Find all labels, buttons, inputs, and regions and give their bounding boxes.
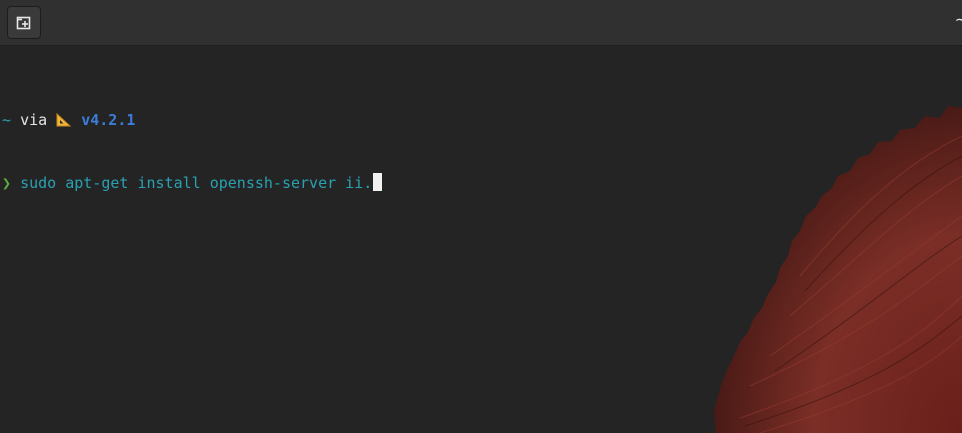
- new-tab-icon: [16, 16, 31, 29]
- runtime-version: v4.2.1: [81, 111, 136, 129]
- new-tab-button[interactable]: [7, 6, 41, 39]
- terminal-area[interactable]: ~ via v4.2.1 ❯ sudo apt-get install open…: [0, 46, 962, 433]
- triangular-ruler-icon: [56, 112, 72, 127]
- title-bar: ~: [0, 0, 962, 46]
- current-directory: ~: [2, 111, 12, 129]
- terminal-output: ~ via v4.2.1 ❯ sudo apt-get install open…: [2, 68, 383, 236]
- window-title: ~: [954, 10, 962, 29]
- prompt-info-line: ~ via v4.2.1: [2, 110, 382, 131]
- prompt-symbol: ❯: [2, 174, 12, 192]
- text-cursor: [373, 173, 383, 191]
- via-text: via: [20, 111, 48, 129]
- command-input[interactable]: sudo apt-get install openssh-server ii.: [20, 174, 372, 192]
- command-line[interactable]: ❯ sudo apt-get install openssh-server ii…: [2, 173, 383, 194]
